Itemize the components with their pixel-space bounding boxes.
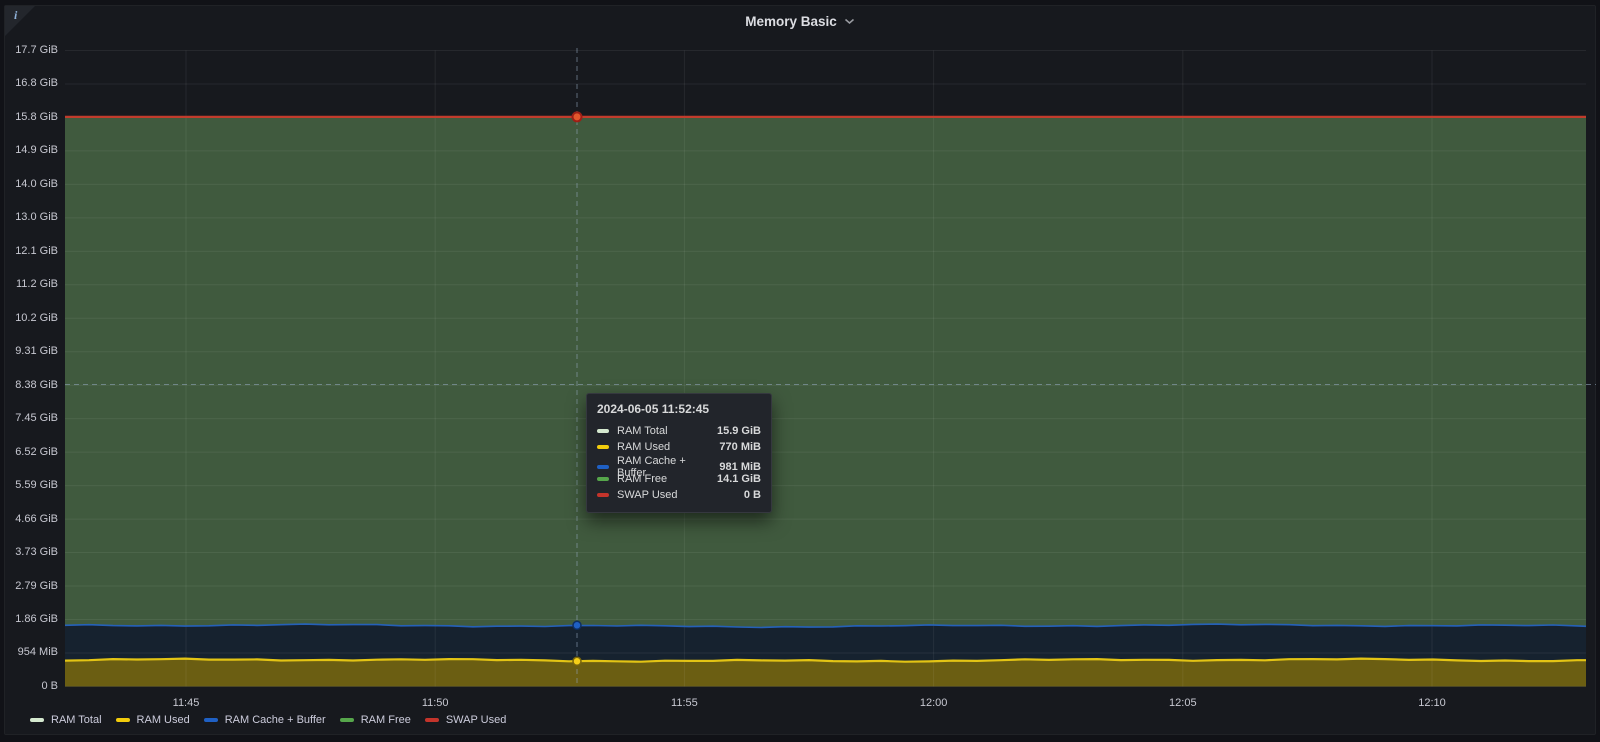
x-axis-label: 12:10 bbox=[1397, 697, 1467, 710]
x-axis-label: 11:50 bbox=[400, 697, 470, 710]
legend-label: RAM Free bbox=[361, 714, 411, 726]
tooltip-label: RAM Used bbox=[617, 441, 713, 453]
x-axis-label: 11:45 bbox=[151, 697, 221, 710]
y-axis-label: 14.9 GiB bbox=[0, 144, 58, 157]
panel-title: Memory Basic bbox=[745, 14, 837, 29]
y-axis-label: 10.2 GiB bbox=[0, 312, 58, 325]
y-axis-label: 3.73 GiB bbox=[0, 546, 58, 559]
info-icon: i bbox=[14, 8, 17, 23]
hover-point-swap bbox=[573, 112, 582, 121]
tooltip-swatch bbox=[597, 445, 609, 449]
y-axis-label: 13.0 GiB bbox=[0, 211, 58, 224]
tooltip-swatch bbox=[597, 429, 609, 433]
area-ram-cache-buffer bbox=[65, 624, 1586, 662]
tooltip-timestamp: 2024-06-05 11:52:45 bbox=[597, 402, 761, 416]
legend-swatch bbox=[425, 718, 439, 722]
legend-item[interactable]: RAM Used bbox=[116, 714, 190, 726]
legend-label: RAM Total bbox=[51, 714, 102, 726]
y-axis-label: 9.31 GiB bbox=[0, 345, 58, 358]
y-axis-label: 11.2 GiB bbox=[0, 278, 58, 291]
chart-tooltip: 2024-06-05 11:52:45 RAM Total15.9 GiBRAM… bbox=[586, 393, 772, 513]
legend-item[interactable]: RAM Free bbox=[340, 714, 411, 726]
tooltip-row: RAM Total15.9 GiB bbox=[597, 423, 761, 439]
y-axis-label: 5.59 GiB bbox=[0, 479, 58, 492]
tooltip-row: RAM Cache + Buffer981 MiB bbox=[597, 455, 761, 471]
panel-header[interactable]: Memory Basic bbox=[0, 6, 1600, 36]
legend-swatch bbox=[30, 718, 44, 722]
x-axis-label: 11:55 bbox=[649, 697, 719, 710]
hover-point-used bbox=[573, 657, 581, 665]
y-axis-label: 4.66 GiB bbox=[0, 513, 58, 526]
area-ram-used bbox=[65, 659, 1586, 687]
legend-item[interactable]: SWAP Used bbox=[425, 714, 507, 726]
legend-swatch bbox=[116, 718, 130, 722]
y-axis-label: 2.79 GiB bbox=[0, 580, 58, 593]
y-axis-label: 14.0 GiB bbox=[0, 178, 58, 191]
y-axis-label: 954 MiB bbox=[0, 646, 58, 659]
legend-item[interactable]: RAM Total bbox=[30, 714, 102, 726]
y-axis-label: 7.45 GiB bbox=[0, 412, 58, 425]
hover-point-cache bbox=[573, 621, 581, 629]
memory-chart[interactable] bbox=[0, 0, 1600, 742]
y-axis-label: 16.8 GiB bbox=[0, 77, 58, 90]
tooltip-value: 770 MiB bbox=[713, 441, 761, 453]
tooltip-value: 0 B bbox=[738, 489, 761, 501]
y-axis-label: 12.1 GiB bbox=[0, 245, 58, 258]
y-axis-label: 1.86 GiB bbox=[0, 613, 58, 626]
y-axis-label: 15.8 GiB bbox=[0, 111, 58, 124]
tooltip-row: SWAP Used0 B bbox=[597, 487, 761, 503]
y-axis-label: 17.7 GiB bbox=[0, 44, 58, 57]
x-axis-label: 12:00 bbox=[899, 697, 969, 710]
tooltip-label: RAM Free bbox=[617, 473, 711, 485]
legend-label: RAM Cache + Buffer bbox=[225, 714, 326, 726]
chevron-down-icon bbox=[844, 18, 855, 25]
tooltip-swatch bbox=[597, 493, 609, 497]
y-axis-label: 0 B bbox=[0, 680, 58, 693]
legend-swatch bbox=[340, 718, 354, 722]
tooltip-swatch bbox=[597, 465, 609, 469]
legend-swatch bbox=[204, 718, 218, 722]
tooltip-swatch bbox=[597, 477, 609, 481]
area-ram-free bbox=[65, 117, 1586, 628]
legend: RAM Total RAM Used RAM Cache + Buffer RAM F… bbox=[30, 714, 506, 726]
tooltip-value: 14.1 GiB bbox=[711, 473, 761, 485]
tooltip-label: RAM Total bbox=[617, 425, 711, 437]
tooltip-value: 981 MiB bbox=[713, 461, 761, 473]
tooltip-row: RAM Free14.1 GiB bbox=[597, 471, 761, 487]
tooltip-row: RAM Used770 MiB bbox=[597, 439, 761, 455]
y-axis-label: 8.38 GiB bbox=[0, 379, 58, 392]
tooltip-label: SWAP Used bbox=[617, 489, 738, 501]
legend-label: SWAP Used bbox=[446, 714, 507, 726]
tooltip-value: 15.9 GiB bbox=[711, 425, 761, 437]
legend-item[interactable]: RAM Cache + Buffer bbox=[204, 714, 326, 726]
x-axis-label: 12:05 bbox=[1148, 697, 1218, 710]
legend-label: RAM Used bbox=[137, 714, 190, 726]
y-axis-label: 6.52 GiB bbox=[0, 446, 58, 459]
